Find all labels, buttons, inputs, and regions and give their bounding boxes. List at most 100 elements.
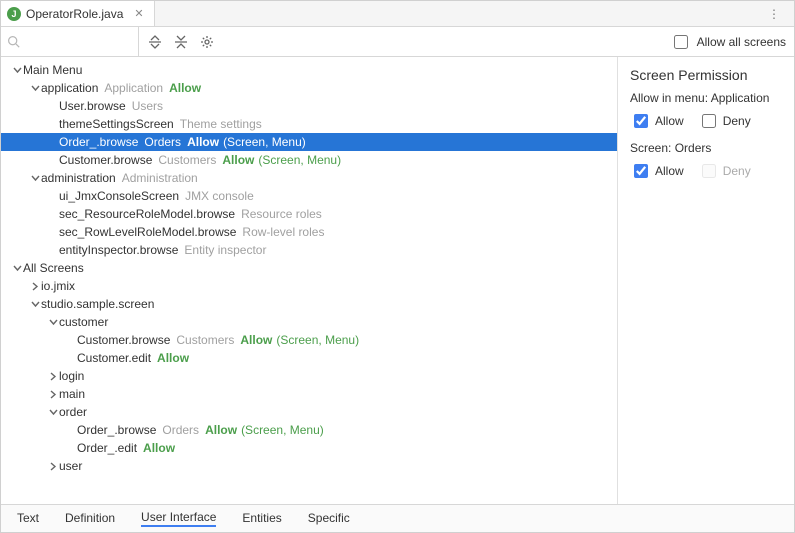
tree-row[interactable]: Order_.browseOrdersAllow(Screen, Menu) [1, 133, 617, 151]
tree-item-hint: Theme settings [180, 115, 262, 133]
chevron-down-icon[interactable] [29, 174, 41, 183]
tree-item-label: customer [59, 313, 108, 331]
allow-in-menu-label: Allow in menu: [630, 91, 708, 105]
search-input[interactable] [1, 27, 139, 56]
tree-row[interactable]: Main Menu [1, 61, 617, 79]
screen-deny-label: Deny [723, 164, 751, 178]
tree-item-label: sec_RowLevelRoleModel.browse [59, 223, 236, 241]
chevron-down-icon[interactable] [11, 66, 23, 75]
tree-row[interactable]: main [1, 385, 617, 403]
tree-item-label: Customer.browse [59, 151, 152, 169]
tree-row[interactable]: themeSettingsScreen Theme settings [1, 115, 617, 133]
bottom-tab-specific[interactable]: Specific [308, 511, 350, 526]
collapse-all-icon [174, 35, 188, 49]
chevron-right-icon[interactable] [29, 282, 41, 291]
tree-item-hint: Row-level roles [242, 223, 324, 241]
tree-item-label: order [59, 403, 87, 421]
screen-allow-label: Allow [655, 164, 684, 178]
menu-deny-checkbox[interactable] [702, 114, 716, 128]
tree-row[interactable]: Customer.browseCustomersAllow(Screen, Me… [1, 331, 617, 349]
tree-row[interactable]: io.jmix [1, 277, 617, 295]
expand-all-icon [148, 35, 162, 49]
tree-item-permission: Allow [205, 421, 237, 439]
menu-deny-label: Deny [723, 114, 751, 128]
tree-item-permission: Allow [240, 331, 272, 349]
chevron-right-icon[interactable] [47, 462, 59, 471]
tree-item-scope: (Screen, Menu) [258, 151, 341, 169]
tree-item-hint: Users [132, 97, 163, 115]
tree-item-label: themeSettingsScreen [59, 115, 174, 133]
editor-tab-bar: J OperatorRole.java ✕ ⋮ [1, 1, 794, 27]
tree-row[interactable]: ui_JmxConsoleScreenJMX console [1, 187, 617, 205]
tree-row[interactable]: User.browseUsers [1, 97, 617, 115]
tree-row[interactable]: Customer.editAllow [1, 349, 617, 367]
tree-item-hint: Customers [158, 151, 216, 169]
chevron-right-icon[interactable] [47, 372, 59, 381]
tree-item-label: Main Menu [23, 61, 82, 79]
tree-row[interactable]: customer [1, 313, 617, 331]
kebab-menu-icon[interactable]: ⋮ [760, 7, 790, 21]
editor-tab[interactable]: J OperatorRole.java ✕ [1, 1, 155, 26]
settings-button[interactable] [195, 30, 219, 54]
tree-row[interactable]: studio.sample.screen [1, 295, 617, 313]
screen-deny-checkbox [702, 164, 716, 178]
tree-item-hint: JMX console [185, 187, 254, 205]
tree-row[interactable]: entityInspector.browseEntity inspector [1, 241, 617, 259]
chevron-down-icon[interactable] [29, 84, 41, 93]
tree-row[interactable]: sec_ResourceRoleModel.browseResource rol… [1, 205, 617, 223]
tree-item-scope: (Screen, Menu) [241, 421, 324, 439]
search-icon [7, 35, 20, 48]
chevron-right-icon[interactable] [47, 390, 59, 399]
tree-item-hint: Orders [162, 421, 199, 439]
tree-item-label: application [41, 79, 98, 97]
tree-row[interactable]: sec_RowLevelRoleModel.browse Row-level ro… [1, 223, 617, 241]
tree-item-label: login [59, 367, 84, 385]
tree-item-permission: Allow [143, 439, 175, 457]
tree-row[interactable]: administrationAdministration [1, 169, 617, 187]
chevron-down-icon[interactable] [29, 300, 41, 309]
menu-allow-label: Allow [655, 114, 684, 128]
tree-item-label: io.jmix [41, 277, 75, 295]
tree-item-scope: (Screen, Menu) [223, 133, 306, 151]
tree-item-permission: Allow [157, 349, 189, 367]
allow-all-screens-checkbox[interactable] [674, 35, 688, 49]
tree-item-label: Order_.edit [77, 439, 137, 457]
tree-item-hint: Entity inspector [184, 241, 266, 259]
chevron-down-icon[interactable] [47, 318, 59, 327]
tree-row[interactable]: application Application Allow [1, 79, 617, 97]
permission-tree[interactable]: Main MenuapplicationApplicationAllowUser… [1, 61, 617, 475]
java-file-icon: J [7, 7, 21, 21]
tree-item-hint: Orders [144, 133, 181, 151]
tree-row[interactable]: Order_.browseOrdersAllow(Screen, Menu) [1, 421, 617, 439]
expand-all-button[interactable] [143, 30, 167, 54]
tree-row[interactable]: Customer.browse Customers Allow(Screen, Me… [1, 151, 617, 169]
allow-all-screens-label: Allow all screens [697, 35, 786, 49]
menu-allow-checkbox[interactable] [634, 114, 648, 128]
chevron-down-icon[interactable] [11, 264, 23, 273]
chevron-down-icon[interactable] [47, 408, 59, 417]
panel-title: Screen Permission [630, 67, 784, 83]
tree-item-label: studio.sample.screen [41, 295, 154, 313]
screen-permission-panel: Screen Permission Allow in menu: Applica… [618, 57, 794, 504]
tree-item-scope: (Screen, Menu) [276, 331, 359, 349]
bottom-tab-user-interface[interactable]: User Interface [141, 510, 216, 527]
collapse-all-button[interactable] [169, 30, 193, 54]
bottom-tab-entities[interactable]: Entities [242, 511, 281, 526]
tree-item-label: sec_ResourceRoleModel.browse [59, 205, 235, 223]
tree-row[interactable]: order [1, 403, 617, 421]
tree-row[interactable]: All Screens [1, 259, 617, 277]
tree-item-permission: Allow [169, 79, 201, 97]
tree-row[interactable]: user [1, 457, 617, 475]
tree-item-hint: Application [104, 79, 163, 97]
close-icon[interactable]: ✕ [132, 7, 145, 20]
tree-item-label: main [59, 385, 85, 403]
bottom-tab-definition[interactable]: Definition [65, 511, 115, 526]
tree-item-permission: Allow [222, 151, 254, 169]
screen-allow-checkbox[interactable] [634, 164, 648, 178]
bottom-tab-text[interactable]: Text [17, 511, 39, 526]
tree-row[interactable]: login [1, 367, 617, 385]
tree-item-hint: Customers [176, 331, 234, 349]
tree-item-permission: Allow [187, 133, 219, 151]
tree-row[interactable]: Order_.edit Allow [1, 439, 617, 457]
toolbar: Allow all screens [1, 27, 794, 57]
